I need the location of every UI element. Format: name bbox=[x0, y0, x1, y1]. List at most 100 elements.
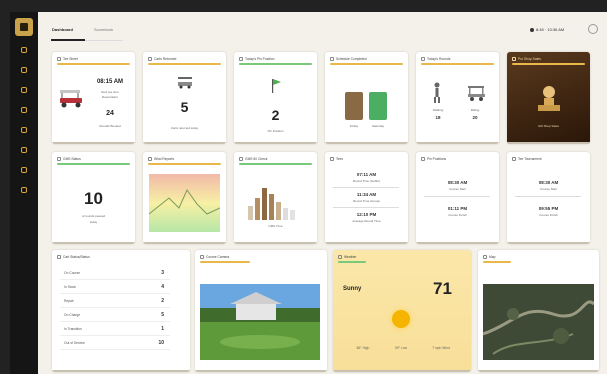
chart-icon bbox=[239, 157, 243, 161]
accent-bar bbox=[338, 261, 366, 264]
low-temp-value: 59° bbox=[395, 346, 400, 350]
cart-icon bbox=[178, 77, 192, 89]
rounds-booked-label: Rounds Booked bbox=[99, 124, 121, 128]
status-label: Out of Service bbox=[64, 341, 85, 345]
paused-rounds-value: 10 bbox=[84, 189, 103, 208]
pin-position-label: Pin Position bbox=[267, 129, 284, 133]
tee-label-1: Round Time (Golfer) bbox=[352, 179, 381, 183]
clock-icon bbox=[530, 27, 534, 32]
next-tee-time: 08:15 AM bbox=[96, 79, 124, 85]
clock-icon bbox=[57, 157, 61, 161]
pin-position-card[interactable]: Today's Pin Position 2 Pin Position bbox=[234, 52, 317, 144]
status-row: In Transition 1 bbox=[60, 323, 170, 336]
pro-shop-card[interactable]: Pro Shop Sales Gift Shop Sales bbox=[507, 52, 590, 144]
weather-condition: Sunny bbox=[343, 286, 362, 292]
card-header: Map bbox=[483, 255, 495, 259]
calendar-icon bbox=[330, 57, 334, 61]
low-temp: 59° Low bbox=[381, 346, 421, 350]
card-title: Today's Rounds bbox=[427, 57, 451, 61]
wind-report-card[interactable]: Wind Reports bbox=[143, 152, 226, 244]
pin-positions-card[interactable]: Pin Positions 08:30 AM Course Start 01:1… bbox=[416, 152, 499, 244]
carts-returned-value: 5 bbox=[180, 99, 189, 115]
status-value: 5 bbox=[161, 312, 164, 318]
gift-shop-icon bbox=[538, 86, 560, 111]
map-icon bbox=[483, 255, 487, 259]
status-row: On Course 3 bbox=[60, 267, 170, 280]
tab-dashboard[interactable]: Dashboard bbox=[52, 27, 73, 32]
accent-bar bbox=[57, 63, 130, 66]
accent-bar bbox=[148, 63, 221, 66]
card-title: Pro Shop Sales bbox=[518, 57, 541, 61]
cart-status-card[interactable]: Cart Status/Status On Course 3 In Stock 4 … bbox=[52, 250, 190, 372]
status-value: 10 bbox=[158, 340, 164, 346]
paused-rounds-label: of rounds paused bbox=[81, 214, 106, 218]
flag-icon bbox=[272, 79, 281, 93]
walking-value: 18 bbox=[435, 115, 441, 120]
top-bar: Dashboard Scorebook 8:45 · 10:36 AM bbox=[38, 12, 607, 46]
gear-icon[interactable] bbox=[588, 24, 598, 34]
flag-icon bbox=[239, 57, 243, 61]
card-header: Weather bbox=[338, 255, 356, 259]
card-title: Wind Reports bbox=[154, 157, 174, 161]
accent-bar bbox=[421, 63, 494, 66]
status-value: 2 bbox=[161, 298, 164, 304]
status-label: In Stock bbox=[64, 285, 76, 289]
walking-label: Walking bbox=[432, 108, 444, 112]
tab-scorebook[interactable]: Scorebook bbox=[94, 27, 113, 32]
map-card[interactable]: Map bbox=[478, 250, 599, 372]
calendar-icon[interactable] bbox=[17, 106, 31, 114]
todays-rounds-card[interactable]: Today's Rounds Walking 18 Riding 20 bbox=[416, 52, 499, 144]
pin-label-1: Course Start bbox=[449, 187, 466, 191]
divider bbox=[515, 196, 581, 197]
bag-icon bbox=[512, 57, 516, 61]
tee-sheet-card[interactable]: Tee Sheet 08:15 AM Next tee time Reserva… bbox=[52, 52, 135, 144]
wind-speed-value: 7 mph bbox=[432, 346, 442, 350]
card-title: Map bbox=[489, 255, 496, 259]
card-header: Today's Pin Position bbox=[239, 57, 274, 61]
bar-chart bbox=[248, 188, 295, 220]
tees-card[interactable]: Tees 07:11 AM Round Time (Golfer) 11:34 … bbox=[325, 152, 408, 244]
weather-card[interactable]: Weather Sunny 71 86° High 59° Low 7 mph … bbox=[333, 250, 471, 372]
gms-check-card[interactable]: GMS 60 Check GMS Time bbox=[234, 152, 317, 244]
divider bbox=[424, 196, 490, 197]
course-camera-image bbox=[200, 284, 320, 360]
card-title: Schedule Completed bbox=[336, 57, 367, 61]
card-header: Tee Sheet bbox=[57, 57, 78, 61]
cart-icon bbox=[57, 255, 61, 259]
clock: 8:45 · 10:36 AM bbox=[530, 27, 564, 32]
walking-golfer-icon bbox=[434, 82, 440, 103]
clipboard-icon bbox=[369, 92, 387, 120]
card-title: Today's Pin Position bbox=[245, 57, 275, 61]
accent-bar bbox=[239, 163, 312, 166]
status-label: On Charge bbox=[64, 313, 81, 317]
home-icon[interactable] bbox=[17, 46, 31, 54]
card-title: Carts Returned bbox=[154, 57, 177, 61]
tournament-card[interactable]: Tee Tournament 08:30 AM Course Start 09:… bbox=[507, 152, 590, 244]
high-temp-label: High bbox=[362, 346, 370, 350]
cart-icon[interactable] bbox=[17, 66, 31, 74]
cart-icon bbox=[468, 86, 485, 101]
accent-bar bbox=[148, 163, 221, 166]
next-tee-label: Next tee time bbox=[101, 90, 119, 94]
tee-time-2: 11:34 AM bbox=[356, 192, 377, 197]
carts-returned-card[interactable]: Carts Returned 5 Carts returned today bbox=[143, 52, 226, 144]
person-icon[interactable] bbox=[17, 186, 31, 194]
tournament-label-2: Course Finish bbox=[539, 213, 558, 217]
settings-icon[interactable] bbox=[17, 166, 31, 174]
status-value: 3 bbox=[161, 270, 164, 276]
pin-time-1: 08:30 AM bbox=[447, 180, 468, 185]
tee-label-2: Round Time Groups bbox=[353, 199, 380, 203]
accent-bar bbox=[57, 163, 130, 166]
users-icon[interactable] bbox=[17, 126, 31, 134]
flag-icon[interactable] bbox=[17, 86, 31, 94]
schedule-card[interactable]: Schedule Completed Friday Saturday bbox=[325, 52, 408, 144]
clipboard-icon bbox=[345, 92, 363, 120]
course-map-image[interactable] bbox=[483, 284, 594, 360]
schedule-day-b: Saturday bbox=[371, 124, 384, 128]
gms-status-card[interactable]: GMS Status 10 of rounds paused today bbox=[52, 152, 135, 244]
course-camera-card[interactable]: Course Camera bbox=[195, 250, 327, 372]
high-temp: 86° High bbox=[343, 346, 383, 350]
card-header: Pro Shop Sales bbox=[512, 57, 541, 61]
chart-icon[interactable] bbox=[17, 146, 31, 154]
card-header: Tee Tournament bbox=[512, 157, 542, 161]
